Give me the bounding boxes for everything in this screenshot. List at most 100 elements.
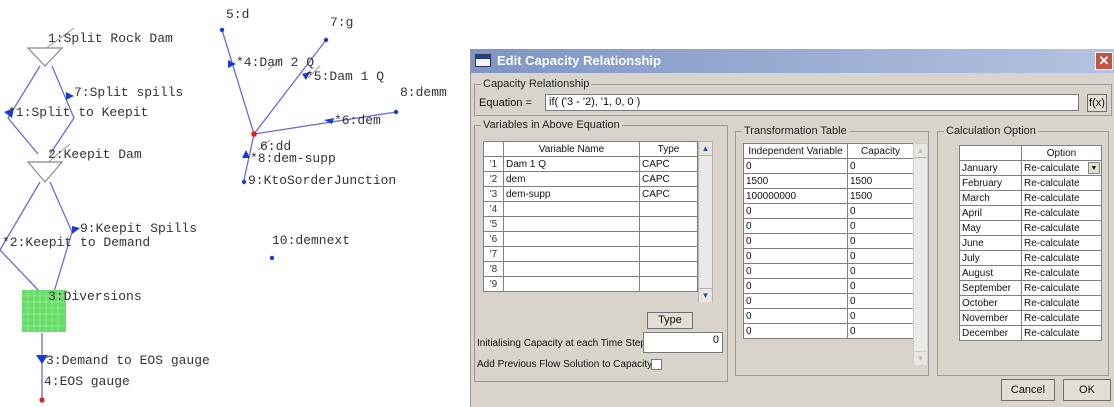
calculation-option-table[interactable]: Option January Re-calculate ▼ February Re-c… [959, 145, 1102, 341]
scroll-up-icon[interactable]: ▲ [914, 144, 927, 158]
link-line [7, 117, 39, 155]
link-line [49, 181, 73, 233]
table-row[interactable]: October Re-calculate [959, 295, 1102, 311]
split-rock-dam-icon[interactable] [26, 47, 64, 67]
table-row[interactable]: September Re-calculate [959, 280, 1102, 296]
capacity-header[interactable]: Capacity [847, 143, 914, 159]
flow-arrow-icon [66, 92, 74, 100]
table-row[interactable]: '8 [483, 261, 698, 277]
table-row[interactable]: '9 [483, 276, 698, 292]
cancel-button[interactable]: Cancel [1001, 379, 1055, 401]
variable-type-cell[interactable] [639, 261, 698, 277]
node-label-split-rock-dam: 1:Split Rock Dam [48, 31, 173, 46]
flow-arrow-icon [72, 226, 80, 234]
init-capacity-field[interactable]: 0 [643, 332, 723, 353]
month-header [959, 145, 1022, 161]
node-dot[interactable] [269, 255, 275, 261]
table-row[interactable]: 100000000 1500 [743, 188, 914, 204]
table-row[interactable]: February Re-calculate [959, 175, 1102, 191]
table-row[interactable]: 00 [743, 248, 914, 264]
variable-type-cell[interactable]: CAPC [639, 171, 698, 187]
variable-name-cell[interactable] [503, 276, 640, 292]
table-row[interactable]: '4 [483, 201, 698, 217]
variable-type-cell[interactable] [639, 201, 698, 217]
table-row[interactable]: '5 [483, 216, 698, 232]
table-row[interactable]: '7 [483, 246, 698, 262]
equation-field[interactable]: if( ('3 - '2), '1, 0, 0 ) [545, 94, 1079, 111]
variable-name-cell[interactable] [503, 201, 640, 217]
table-row[interactable]: April Re-calculate [959, 205, 1102, 221]
capacity-relationship-title: Capacity Relationship [481, 77, 592, 91]
table-row[interactable]: November Re-calculate [959, 310, 1102, 326]
table-row[interactable]: '6 [483, 231, 698, 247]
option-header[interactable]: Option [1021, 145, 1102, 161]
table-row[interactable]: 00 [743, 293, 914, 309]
variable-name-cell[interactable]: dem-supp [503, 186, 640, 202]
keepit-dam-icon[interactable] [26, 161, 64, 183]
node-dot[interactable] [323, 37, 329, 43]
variable-name-header[interactable]: Variable Name [503, 141, 640, 157]
variable-type-cell[interactable] [639, 246, 698, 262]
node-label-demnext: 10:demnext [272, 233, 350, 248]
table-row[interactable]: 00 [743, 158, 914, 174]
table-row[interactable]: July Re-calculate [959, 250, 1102, 266]
variables-table[interactable]: Variable Name Type '1 Dam 1 Q CAPC '2 dem CA… [483, 141, 698, 292]
table-row[interactable]: 00 [743, 278, 914, 294]
fx-button[interactable]: f(x) [1087, 94, 1107, 112]
table-row[interactable]: '3 dem-supp CAPC [483, 186, 698, 202]
variables-scrollbar[interactable]: ▲ ▼ [698, 141, 713, 302]
variable-name-cell[interactable] [503, 216, 640, 232]
variable-type-cell[interactable]: CAPC [639, 186, 698, 202]
table-row[interactable]: March Re-calculate [959, 190, 1102, 206]
type-button[interactable]: Type [647, 312, 693, 329]
selected-node-dot[interactable] [251, 131, 257, 137]
node-dot[interactable] [393, 109, 399, 115]
eos-gauge-node-dot[interactable] [39, 397, 45, 403]
table-row[interactable]: June Re-calculate [959, 235, 1102, 251]
node-label-eos-gauge: 4:EOS gauge [44, 374, 130, 389]
transformation-scrollbar[interactable]: ▲ ▼ [913, 143, 928, 365]
table-row[interactable]: 00 [743, 233, 914, 249]
scroll-down-icon[interactable]: ▼ [699, 288, 712, 302]
calculation-option-title: Calculation Option [944, 124, 1038, 138]
variable-type-cell[interactable]: CAPC [639, 156, 698, 172]
option-dropdown[interactable]: Re-calculate ▼ [1021, 160, 1102, 176]
node-dot[interactable] [241, 179, 247, 185]
variable-name-cell[interactable] [503, 231, 640, 247]
node-dot[interactable] [219, 27, 225, 33]
table-row[interactable]: 00 [743, 323, 914, 339]
scroll-down-icon[interactable]: ▼ [914, 351, 927, 365]
transformation-table[interactable]: Independent Variable Capacity 00 1500 150… [743, 143, 914, 339]
variables-corner-header [483, 141, 504, 157]
table-row[interactable]: 00 [743, 203, 914, 219]
table-row[interactable]: 1500 1500 [743, 173, 914, 189]
chevron-down-icon[interactable]: ▼ [1088, 162, 1100, 174]
table-row[interactable]: '2 dem CAPC [483, 171, 698, 187]
scroll-up-icon[interactable]: ▲ [699, 142, 712, 156]
variable-name-cell[interactable]: dem [503, 171, 640, 187]
variable-type-header[interactable]: Type [639, 141, 698, 157]
table-row[interactable]: '1 Dam 1 Q CAPC [483, 156, 698, 172]
link-label-split-to-keepit: *1:Split to Keepit [8, 105, 148, 120]
dialog-titlebar[interactable]: Edit Capacity Relationship ✕ [471, 49, 1114, 73]
table-row[interactable]: January Re-calculate ▼ [959, 160, 1102, 176]
ok-button[interactable]: OK [1063, 379, 1111, 401]
variable-type-cell[interactable] [639, 231, 698, 247]
variable-name-cell[interactable] [503, 261, 640, 277]
independent-variable-header[interactable]: Independent Variable [743, 143, 848, 159]
table-row[interactable]: 00 [743, 263, 914, 279]
close-button[interactable]: ✕ [1095, 52, 1113, 70]
link-line [0, 249, 41, 293]
table-row[interactable]: August Re-calculate [959, 265, 1102, 281]
variable-type-cell[interactable] [639, 216, 698, 232]
link-label-keepit-to-demand: *2:Keepit to Demand [2, 235, 150, 250]
variable-type-cell[interactable] [639, 276, 698, 292]
table-row[interactable]: 00 [743, 218, 914, 234]
table-row[interactable]: December Re-calculate [959, 325, 1102, 341]
add-prev-flow-checkbox[interactable] [651, 359, 662, 370]
table-row[interactable]: May Re-calculate [959, 220, 1102, 236]
variable-name-cell[interactable] [503, 246, 640, 262]
variable-name-cell[interactable]: Dam 1 Q [503, 156, 640, 172]
equation-label: Equation = [479, 97, 532, 109]
table-row[interactable]: 00 [743, 308, 914, 324]
